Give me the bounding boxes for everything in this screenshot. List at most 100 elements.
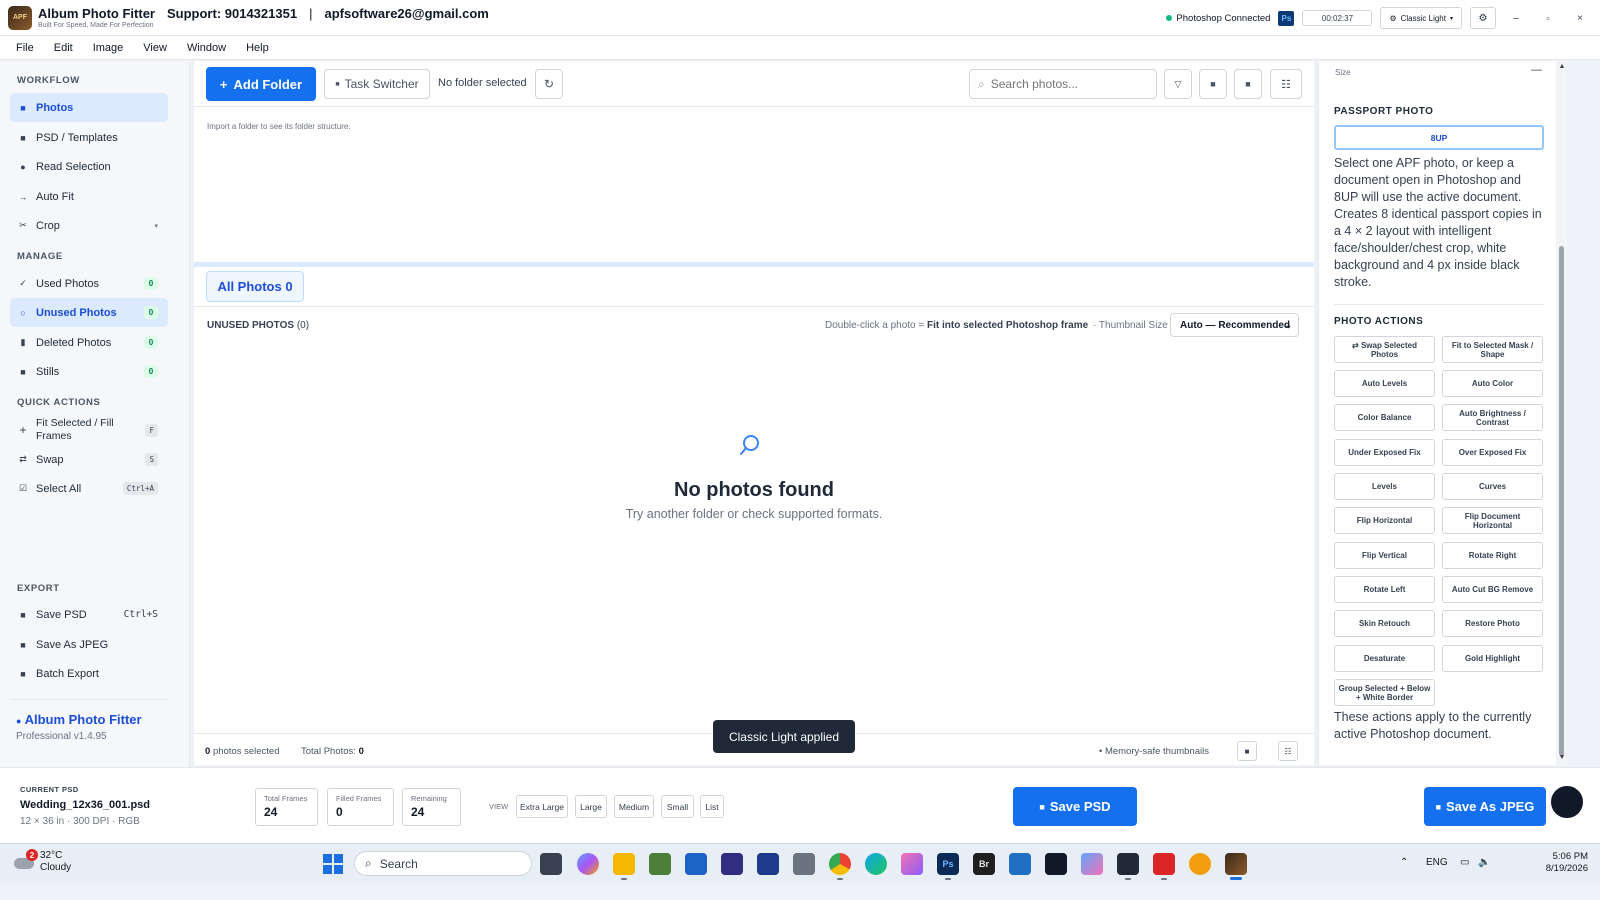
sidebar-item-read-selection[interactable]: ● Read Selection	[10, 152, 168, 181]
sidebar-item-auto-fit[interactable]: → Auto Fit	[10, 182, 168, 211]
scroll-up-icon[interactable]: ▲	[1557, 63, 1567, 70]
menu-edit[interactable]: Edit	[54, 42, 73, 54]
sidebar-item-photos[interactable]: ■ Photos	[10, 93, 168, 122]
filter-button[interactable]: ▽	[1164, 69, 1192, 99]
layout-toggle-button[interactable]: ■	[1234, 69, 1262, 99]
action-rotate-left[interactable]: Rotate Left	[1334, 576, 1435, 603]
sidebar-item-swap[interactable]: ⇄ Swap S	[10, 445, 168, 474]
gemini-icon[interactable]	[1081, 853, 1103, 875]
volume-icon[interactable]: 🔈	[1478, 857, 1490, 868]
action-curves[interactable]: Curves	[1442, 473, 1543, 500]
system-clock[interactable]: 5:06 PM 8/19/2026	[1508, 851, 1588, 875]
start-button[interactable]	[323, 854, 343, 874]
view-extra-large-button[interactable]: Extra Large	[516, 795, 568, 818]
tray-overflow-icon[interactable]: ⌃	[1400, 857, 1408, 868]
action-bg-remove[interactable]: Auto Cut BG Remove	[1442, 576, 1543, 603]
grid-view-button[interactable]: ■	[1237, 741, 1257, 761]
maximize-button[interactable]: ▫	[1536, 7, 1560, 29]
action-desaturate[interactable]: Desaturate	[1334, 645, 1435, 672]
action-gold-highlight[interactable]: Gold Highlight	[1442, 645, 1543, 672]
bridge-icon[interactable]: Br	[973, 853, 995, 875]
floating-assistant-button[interactable]	[1549, 784, 1585, 820]
photos-app-icon[interactable]	[901, 853, 923, 875]
paint-app-icon[interactable]	[1189, 853, 1211, 875]
action-over-exposed[interactable]: Over Exposed Fix	[1442, 439, 1543, 466]
task-view-icon[interactable]	[540, 853, 562, 875]
list-view-button[interactable]: ☷	[1270, 69, 1302, 99]
taskbar-search[interactable]: ⌕ Search	[354, 851, 532, 876]
sidebar-item-stills[interactable]: ■ Stills 0	[10, 357, 168, 386]
media-app-icon[interactable]	[757, 853, 779, 875]
task-switcher-button[interactable]: ■ Task Switcher	[324, 69, 430, 99]
view-small-button[interactable]: Small	[661, 795, 694, 818]
sidebar-item-deleted-photos[interactable]: ▮ Deleted Photos 0	[10, 328, 168, 357]
sidebar-item-crop[interactable]: ✂ Crop ▾	[10, 211, 168, 240]
search-input[interactable]	[990, 77, 1141, 91]
minimize-button[interactable]: –	[1504, 7, 1528, 29]
action-auto-levels[interactable]: Auto Levels	[1334, 370, 1435, 397]
action-flip-vertical[interactable]: Flip Vertical	[1334, 542, 1435, 569]
photoshop-icon[interactable]: Ps	[937, 853, 959, 880]
sidebar-item-save-jpeg[interactable]: ■ Save As JPEG	[10, 630, 168, 659]
collapse-button[interactable]: —	[1531, 64, 1542, 76]
save-jpeg-button[interactable]: ■ Save As JPEG	[1424, 787, 1546, 826]
file-explorer-icon[interactable]	[613, 853, 635, 880]
sidebar-item-batch-export[interactable]: ■ Batch Export	[10, 659, 168, 688]
thumbnail-size-select[interactable]: Auto — Recommended ⌄	[1170, 313, 1299, 337]
terminal-icon[interactable]	[1117, 853, 1139, 880]
network-icon[interactable]: ▭	[1460, 857, 1469, 868]
action-under-exposed[interactable]: Under Exposed Fix	[1334, 439, 1435, 466]
menu-view[interactable]: View	[143, 42, 167, 54]
ai-app-icon[interactable]	[1045, 853, 1067, 875]
action-restore-photo[interactable]: Restore Photo	[1442, 610, 1543, 637]
sidebar-item-select-all[interactable]: ☑ Select All Ctrl+A	[10, 474, 168, 503]
view-large-button[interactable]: Large	[575, 795, 607, 818]
language-indicator[interactable]: ENG	[1426, 857, 1448, 868]
copilot-icon[interactable]	[577, 853, 599, 875]
security-app-icon[interactable]	[1153, 853, 1175, 880]
right-panel-scrollbar[interactable]: ▲ ▼	[1557, 61, 1567, 765]
edge-icon[interactable]	[865, 853, 887, 875]
settings-button[interactable]: ⚙	[1470, 7, 1496, 29]
chrome-icon[interactable]	[829, 853, 851, 880]
action-color-balance[interactable]: Color Balance	[1334, 404, 1435, 431]
action-swap-selected[interactable]: ⇄ Swap Selected Photos	[1334, 336, 1435, 363]
view-medium-button[interactable]: Medium	[614, 795, 654, 818]
view-toggle-button[interactable]: ■	[1199, 69, 1227, 99]
action-levels[interactable]: Levels	[1334, 473, 1435, 500]
sidebar-item-fit-selected[interactable]: + Fit Selected / Fill Frames F	[10, 413, 168, 447]
calendar-app-icon[interactable]	[721, 853, 743, 875]
add-folder-button[interactable]: + Add Folder	[206, 67, 316, 101]
action-rotate-right[interactable]: Rotate Right	[1442, 542, 1543, 569]
scroll-thumb[interactable]	[1559, 246, 1564, 756]
vscode-icon[interactable]	[1009, 853, 1031, 875]
game-app-icon[interactable]	[649, 853, 671, 875]
menu-file[interactable]: File	[16, 42, 34, 54]
menu-help[interactable]: Help	[246, 42, 269, 54]
scroll-down-icon[interactable]: ▼	[1557, 754, 1567, 761]
album-photo-fitter-icon[interactable]	[1225, 853, 1247, 880]
refresh-button[interactable]: ↻	[535, 69, 563, 99]
weather-widget[interactable]: 2 32°C Cloudy	[14, 849, 71, 874]
calculator-icon[interactable]	[793, 853, 815, 875]
action-skin-retouch[interactable]: Skin Retouch	[1334, 610, 1435, 637]
tab-all-photos[interactable]: All Photos 0	[206, 271, 304, 302]
action-auto-color[interactable]: Auto Color	[1442, 370, 1543, 397]
save-psd-button[interactable]: ■ Save PSD	[1013, 787, 1137, 826]
list-view-button[interactable]: ☷	[1278, 741, 1298, 761]
close-button[interactable]: ×	[1568, 7, 1592, 29]
8up-button[interactable]: 8UP	[1334, 125, 1544, 150]
action-fit-mask[interactable]: Fit to Selected Mask / Shape	[1442, 336, 1543, 363]
action-group-white-border[interactable]: Group Selected + Below + White Border	[1334, 679, 1435, 706]
sidebar-item-used-photos[interactable]: ✓ Used Photos 0	[10, 269, 168, 298]
menu-window[interactable]: Window	[187, 42, 226, 54]
action-flip-document[interactable]: Flip Document Horizontal	[1442, 507, 1543, 534]
action-flip-horizontal[interactable]: Flip Horizontal	[1334, 507, 1435, 534]
view-list-button[interactable]: List	[700, 795, 724, 818]
store-icon[interactable]	[685, 853, 707, 875]
action-auto-brightness[interactable]: Auto Brightness / Contrast	[1442, 404, 1543, 431]
sidebar-item-psd-templates[interactable]: ■ PSD / Templates	[10, 123, 168, 152]
theme-selector[interactable]: ⚙ Classic Light ▾	[1380, 7, 1462, 29]
sidebar-item-unused-photos[interactable]: ○ Unused Photos 0	[10, 298, 168, 327]
menu-image[interactable]: Image	[93, 42, 124, 54]
